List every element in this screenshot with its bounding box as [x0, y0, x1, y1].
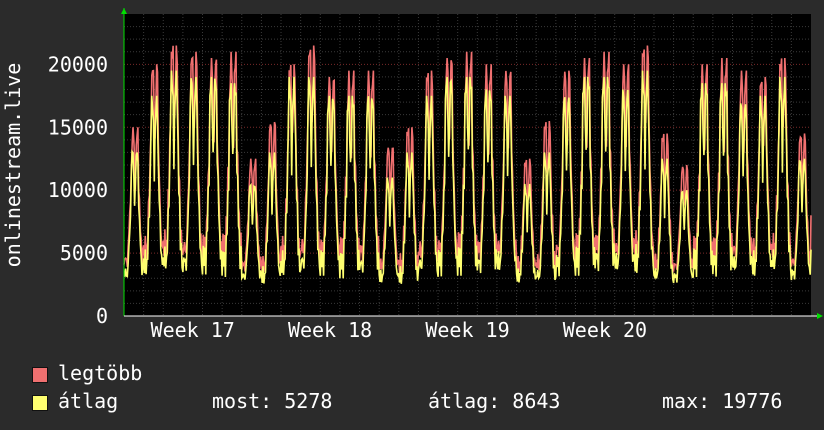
x-axis-arrow — [817, 313, 823, 319]
x-tick-label: Week 18 — [288, 318, 372, 342]
stat-avg: átlag: 8643 — [428, 389, 561, 413]
y-tick-label: 15000 — [48, 115, 108, 139]
legend-label-avg: átlag — [58, 389, 119, 413]
y-axis-label: onlinestream.live — [1, 63, 25, 268]
legend-label-max: legtöbb — [58, 361, 143, 385]
chart-container: 0 5000 10000 15000 20000 Week 17 Week 18 Week 1… — [0, 0, 824, 430]
y-tick-label: 5000 — [60, 241, 108, 265]
x-tick-label: Week 17 — [151, 318, 235, 342]
y-tick-label: 0 — [96, 304, 108, 328]
stat-now: most: 5278 — [212, 389, 333, 413]
y-axis-arrow — [121, 8, 127, 14]
stat-max: max: 19776 — [662, 389, 783, 413]
legend-swatch-max — [32, 367, 48, 383]
y-tick-label: 20000 — [48, 52, 108, 76]
x-tick-label: Week 20 — [563, 318, 647, 342]
legend-swatch-avg — [32, 395, 48, 411]
x-tick-label: Week 19 — [425, 318, 509, 342]
y-tick-label: 10000 — [48, 178, 108, 202]
